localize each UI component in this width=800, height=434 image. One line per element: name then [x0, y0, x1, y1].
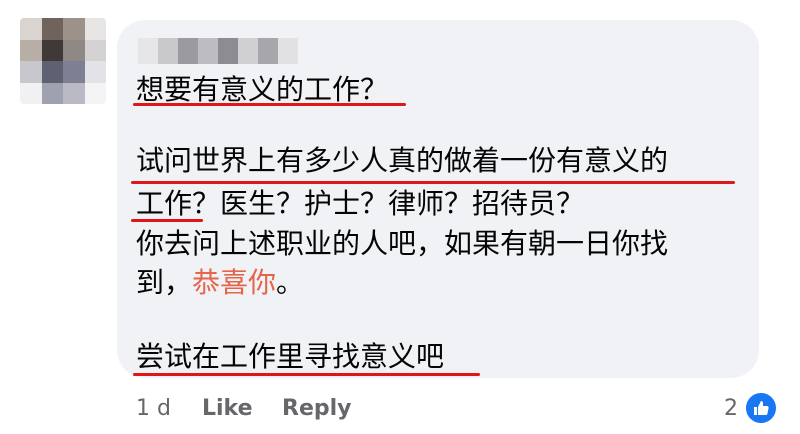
- comment-text: 。: [276, 266, 305, 299]
- comment-line-4: 你去问上述职业的人吧，如果有朝一日你找: [136, 227, 669, 260]
- comment-line-3: 工作？医生？护士？律师？招待员？: [136, 187, 585, 220]
- like-button[interactable]: Like: [202, 396, 253, 422]
- reply-button[interactable]: Reply: [282, 396, 352, 422]
- thumbs-up-glyph: [754, 401, 769, 415]
- reaction-count[interactable]: 2: [724, 396, 738, 422]
- comment-line-2: 试问世界上有多少人真的做着一份有意义的: [136, 144, 669, 177]
- red-underline: [131, 181, 735, 184]
- red-underline: [131, 219, 203, 222]
- comment-text: 到，: [136, 266, 193, 299]
- comment-line-6: 尝试在工作里寻找意义吧: [136, 340, 445, 373]
- avatar[interactable]: [20, 18, 106, 104]
- red-underline: [133, 103, 406, 106]
- thumbs-up-icon[interactable]: [744, 391, 778, 425]
- red-underline: [133, 373, 480, 376]
- highlighted-text: 恭喜你: [192, 266, 277, 299]
- comment-line-5: 到，恭喜你。: [136, 265, 304, 301]
- author-name[interactable]: [138, 38, 298, 64]
- timestamp[interactable]: 1 d: [136, 396, 171, 422]
